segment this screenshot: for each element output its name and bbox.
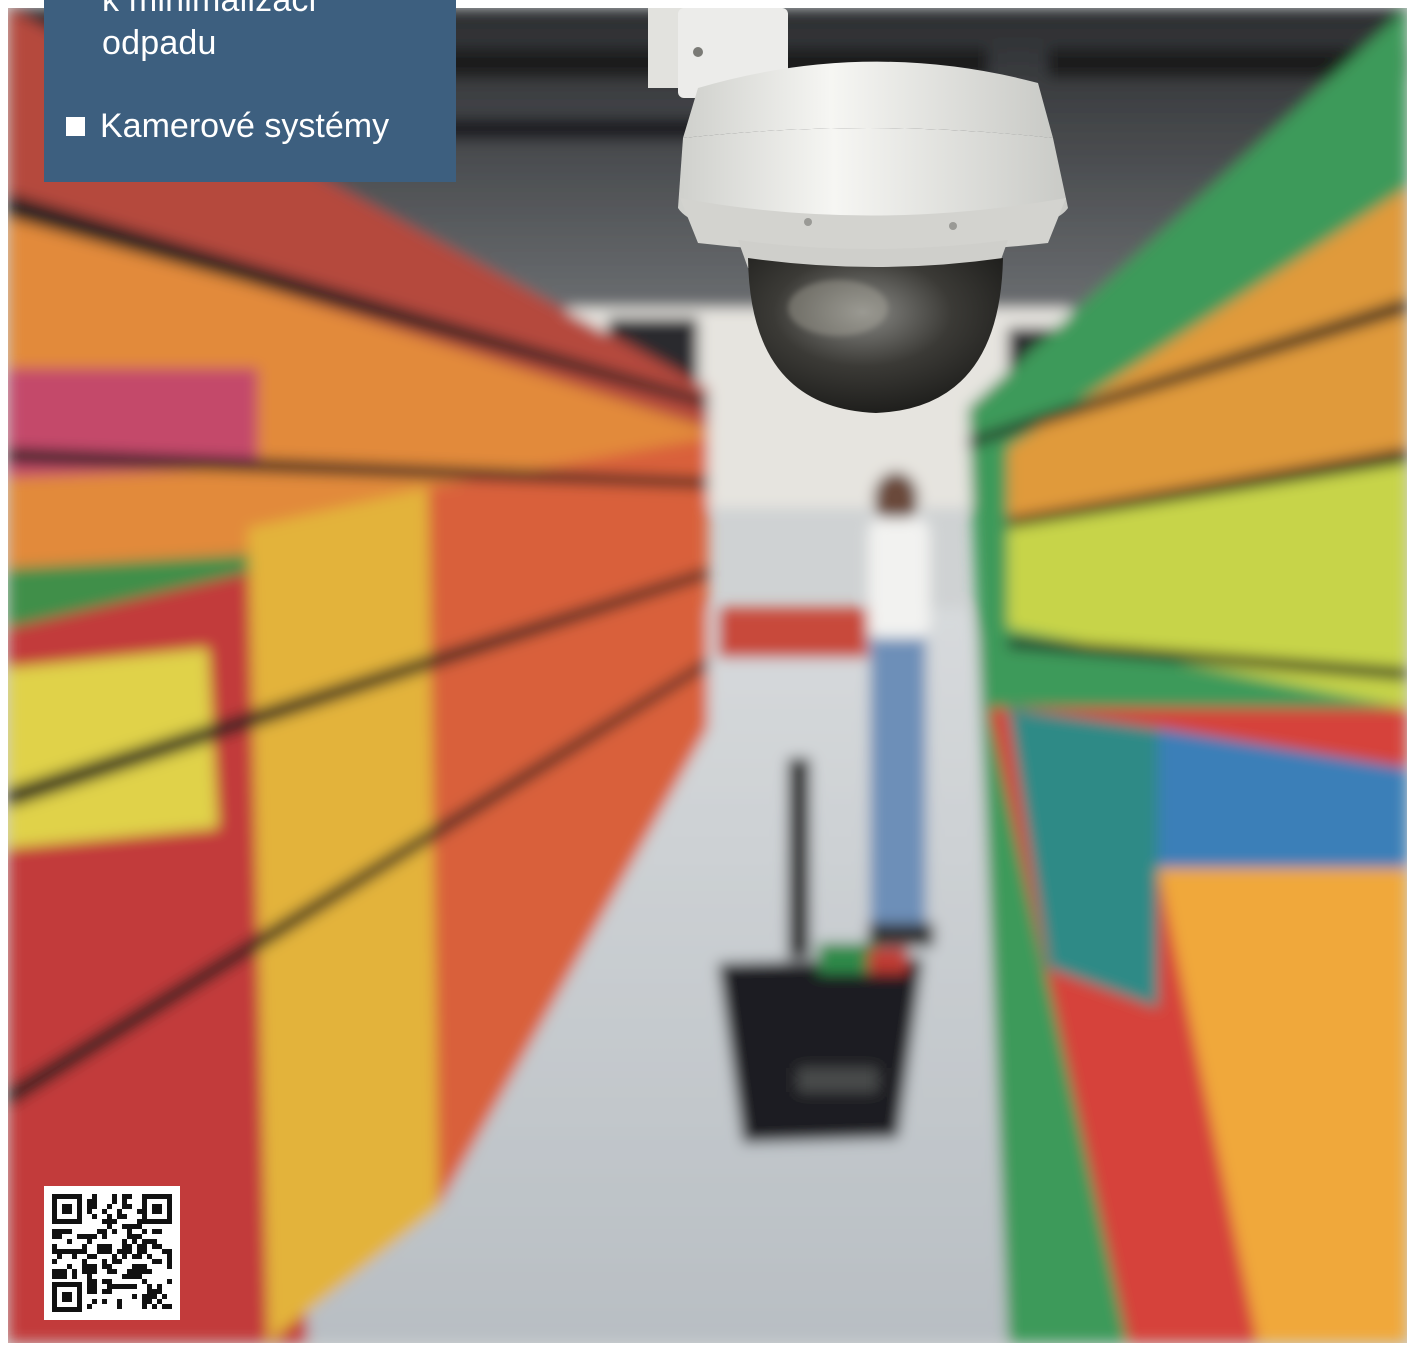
info-panel: k minimalizaci odpadu Kamerové systémy bbox=[44, 0, 456, 182]
qr-code-icon[interactable] bbox=[44, 1186, 180, 1320]
panel-heading-line2: odpadu bbox=[102, 24, 217, 62]
supermarket-aisle-photo bbox=[8, 8, 1407, 1343]
square-bullet-icon bbox=[66, 116, 85, 136]
list-item-label: Kamerové systémy bbox=[100, 107, 390, 145]
list-item: Kamerové systémy bbox=[66, 106, 389, 146]
panel-heading-line1: k minimalizaci bbox=[102, 0, 317, 19]
